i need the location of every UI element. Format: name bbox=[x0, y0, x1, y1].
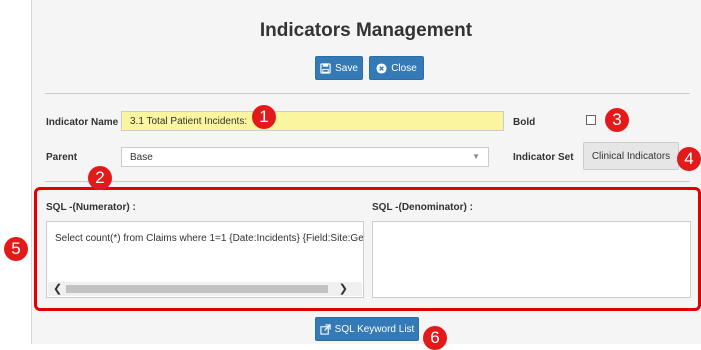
external-link-icon bbox=[320, 323, 331, 335]
bold-checkbox[interactable] bbox=[586, 115, 596, 125]
bold-label: Bold bbox=[513, 117, 536, 128]
indicator-set-button[interactable]: Clinical Indicators bbox=[583, 142, 679, 170]
indicator-name-label: Indicator Name bbox=[46, 117, 119, 128]
parent-select-value: Base bbox=[130, 152, 153, 163]
sql-keyword-list-label: SQL Keyword List bbox=[334, 323, 415, 335]
callout-badge: 2 bbox=[88, 166, 112, 190]
save-icon bbox=[320, 62, 331, 74]
callout-badge: 4 bbox=[677, 147, 701, 171]
close-label: Close bbox=[391, 62, 417, 74]
indicator-name-input[interactable]: 3.1 Total Patient Incidents: bbox=[121, 111, 504, 131]
divider bbox=[45, 93, 690, 94]
parent-label: Parent bbox=[46, 152, 78, 163]
callout-badge: 3 bbox=[605, 108, 629, 132]
close-button[interactable]: Close bbox=[369, 56, 424, 80]
callout-badge: 6 bbox=[423, 326, 447, 350]
divider bbox=[45, 181, 690, 182]
save-label: Save bbox=[335, 62, 358, 74]
page-title: Indicators Management bbox=[259, 20, 473, 41]
sql-highlight-box bbox=[34, 187, 701, 311]
callout-badge: 1 bbox=[252, 105, 276, 129]
callout-badge: 5 bbox=[4, 237, 28, 261]
parent-select[interactable]: Base ▼ bbox=[121, 147, 489, 167]
save-button[interactable]: Save bbox=[315, 56, 363, 80]
chevron-down-icon: ▼ bbox=[472, 152, 480, 161]
sql-keyword-list-button[interactable]: SQL Keyword List bbox=[315, 317, 419, 341]
indicator-set-label: Indicator Set bbox=[513, 152, 574, 163]
close-icon bbox=[376, 62, 387, 74]
